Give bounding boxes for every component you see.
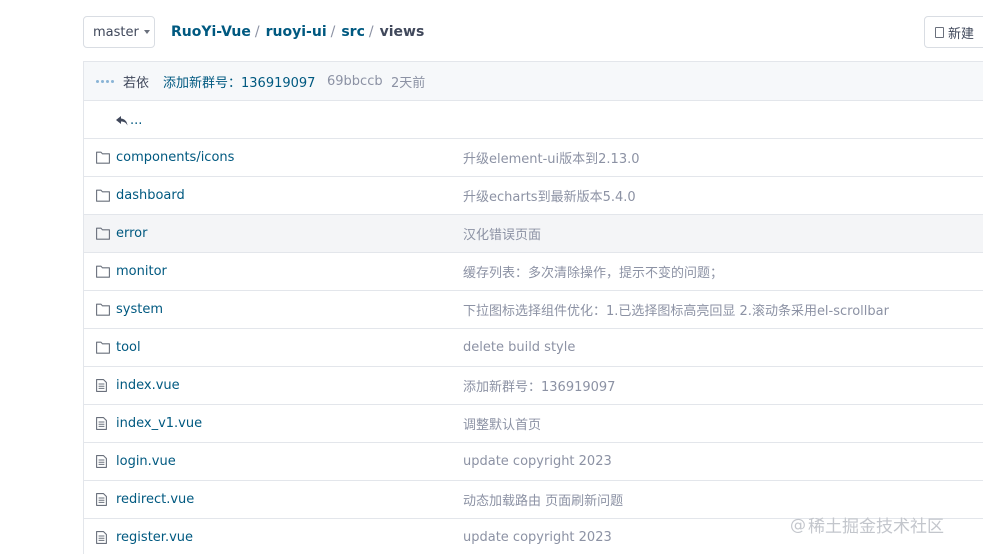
breadcrumb: RuoYi-Vue / ruoyi-ui / src / views	[171, 24, 424, 40]
breadcrumb-src[interactable]: src	[341, 24, 365, 40]
file-commit-message[interactable]: 缓存列表：多次清除操作，提示不变的问题；	[463, 262, 723, 281]
latest-commit-bar: 若依 添加新群号：136919097 69bbccb 2天前	[84, 62, 983, 101]
file-name-link[interactable]: tool	[116, 340, 141, 355]
file-icon	[96, 493, 110, 506]
file-row[interactable]: monitor 缓存列表：多次清除操作，提示不变的问题；	[84, 253, 983, 291]
file-name-link[interactable]: monitor	[116, 264, 167, 279]
folder-icon	[96, 189, 110, 202]
commit-message[interactable]: 添加新群号：136919097	[163, 72, 315, 91]
file-name-link[interactable]: index.vue	[116, 378, 180, 393]
file-commit-message[interactable]: 汉化错误页面	[463, 224, 541, 243]
file-commit-message[interactable]: 调整默认首页	[463, 414, 541, 433]
file-icon	[96, 417, 110, 430]
file-row[interactable]: components/icons 升级element-ui版本到2.13.0	[84, 139, 983, 177]
file-name-link[interactable]: dashboard	[116, 188, 185, 203]
new-file-label: 新建	[948, 26, 975, 42]
commit-author[interactable]: 若依	[123, 72, 149, 91]
file-icon	[96, 379, 110, 392]
breadcrumb-ruoyi-ui[interactable]: ruoyi-ui	[266, 24, 327, 40]
file-row[interactable]: tool delete build style	[84, 329, 983, 367]
parent-directory-row: ...	[84, 101, 983, 139]
file-commit-message[interactable]: update copyright 2023	[463, 530, 612, 545]
file-commit-message[interactable]: 升级element-ui版本到2.13.0	[463, 148, 640, 167]
file-list: components/icons 升级element-ui版本到2.13.0 das…	[84, 139, 983, 554]
branch-select[interactable]: master	[83, 16, 155, 48]
file-commit-message[interactable]: 升级echarts到最新版本5.4.0	[463, 186, 636, 205]
file-icon	[96, 455, 110, 468]
file-row[interactable]: login.vue update copyright 2023	[84, 443, 983, 481]
folder-icon	[96, 341, 110, 354]
commit-time: 2天前	[391, 75, 426, 91]
file-name-link[interactable]: redirect.vue	[116, 492, 194, 507]
file-name-link[interactable]: error	[116, 226, 147, 241]
breadcrumb-views: views	[379, 24, 425, 40]
breadcrumb-repo[interactable]: RuoYi-Vue	[171, 24, 251, 40]
file-name-link[interactable]: login.vue	[116, 454, 176, 469]
file-tree: 若依 添加新群号：136919097 69bbccb 2天前 ... compo…	[83, 61, 983, 554]
file-row[interactable]: error 汉化错误页面	[84, 215, 983, 253]
watermark: @ 稀土掘金技术社区	[790, 512, 944, 537]
file-row[interactable]: index.vue 添加新群号：136919097	[84, 367, 983, 405]
file-commit-message[interactable]: update copyright 2023	[463, 454, 612, 469]
file-name-link[interactable]: components/icons	[116, 150, 234, 165]
new-file-button[interactable]: 新建	[924, 16, 983, 48]
folder-icon	[96, 151, 110, 164]
file-commit-message[interactable]: 添加新群号：136919097	[463, 376, 615, 395]
caret-down-icon	[143, 30, 150, 34]
avatar[interactable]	[96, 77, 116, 85]
file-row[interactable]: dashboard 升级echarts到最新版本5.4.0	[84, 177, 983, 215]
file-row[interactable]: index_v1.vue 调整默认首页	[84, 405, 983, 443]
file-commit-message[interactable]: delete build style	[463, 340, 575, 355]
parent-directory-label: ...	[130, 113, 143, 128]
repo-tree-page: master RuoYi-Vue / ruoyi-ui / src / view…	[0, 0, 983, 554]
watermark-at: @	[790, 515, 806, 534]
file-name-link[interactable]: register.vue	[116, 530, 193, 545]
file-name-link[interactable]: index_v1.vue	[116, 416, 202, 431]
file-commit-message[interactable]: 动态加载路由 页面刷新问题	[463, 490, 623, 509]
new-file-icon	[935, 26, 944, 38]
breadcrumb-separator: /	[330, 24, 336, 40]
folder-icon	[96, 303, 110, 316]
file-row[interactable]: system 下拉图标选择组件优化：1.已选择图标高亮回显 2.滚动条采用el-s…	[84, 291, 983, 329]
commit-sha[interactable]: 69bbccb	[327, 74, 383, 89]
folder-icon	[96, 227, 110, 240]
file-commit-message[interactable]: 下拉图标选择组件优化：1.已选择图标高亮回显 2.滚动条采用el-scrollb…	[463, 300, 889, 319]
repo-toolbar: master RuoYi-Vue / ruoyi-ui / src / view…	[0, 0, 983, 62]
branch-label: master	[93, 24, 139, 40]
breadcrumb-separator: /	[254, 24, 260, 40]
file-icon	[96, 531, 110, 544]
file-name-link[interactable]: system	[116, 302, 163, 317]
reply-arrow-icon	[116, 115, 128, 125]
folder-icon	[96, 265, 110, 278]
watermark-text: 稀土掘金技术社区	[808, 517, 944, 537]
breadcrumb-separator: /	[368, 24, 374, 40]
parent-directory-link[interactable]: ...	[116, 113, 142, 128]
